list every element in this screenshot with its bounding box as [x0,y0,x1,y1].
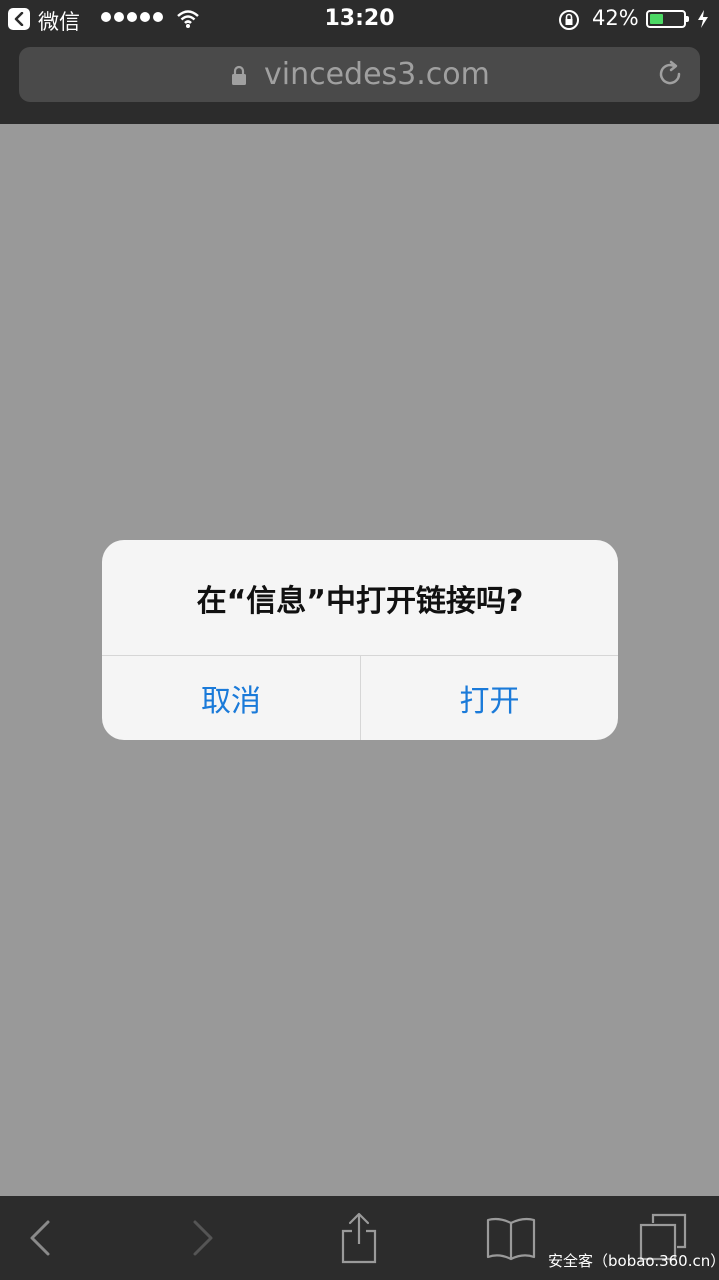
orientation-lock-icon [559,10,579,30]
cancel-button[interactable]: 取消 [102,656,360,740]
reload-icon[interactable] [655,59,685,89]
back-icon [30,1220,50,1256]
back-button[interactable] [10,1196,70,1280]
bookmarks-button[interactable] [478,1196,544,1280]
url-field[interactable]: vincedes3.com [19,47,700,102]
url-text: vincedes3.com [264,57,490,92]
forward-icon [193,1220,213,1256]
alert-title: 在“信息”中打开链接吗? [196,583,524,619]
watermark: 安全客（bobao.360.cn） [548,1252,719,1270]
battery-percent: 42% [592,6,639,30]
battery-fill [650,14,664,24]
battery-icon [646,10,689,28]
open-button[interactable]: 打开 [361,656,618,740]
forward-button[interactable] [173,1196,233,1280]
share-icon [341,1212,377,1264]
status-bar: 微信 13:20 42% [0,0,719,40]
address-bar: vincedes3.com [0,40,719,124]
open-in-messages-alert: 在“信息”中打开链接吗? 取消 打开 [102,540,618,740]
lock-icon [232,65,246,85]
charging-bolt-icon [698,10,708,28]
bookmarks-icon [486,1217,536,1261]
share-button[interactable] [329,1196,389,1280]
